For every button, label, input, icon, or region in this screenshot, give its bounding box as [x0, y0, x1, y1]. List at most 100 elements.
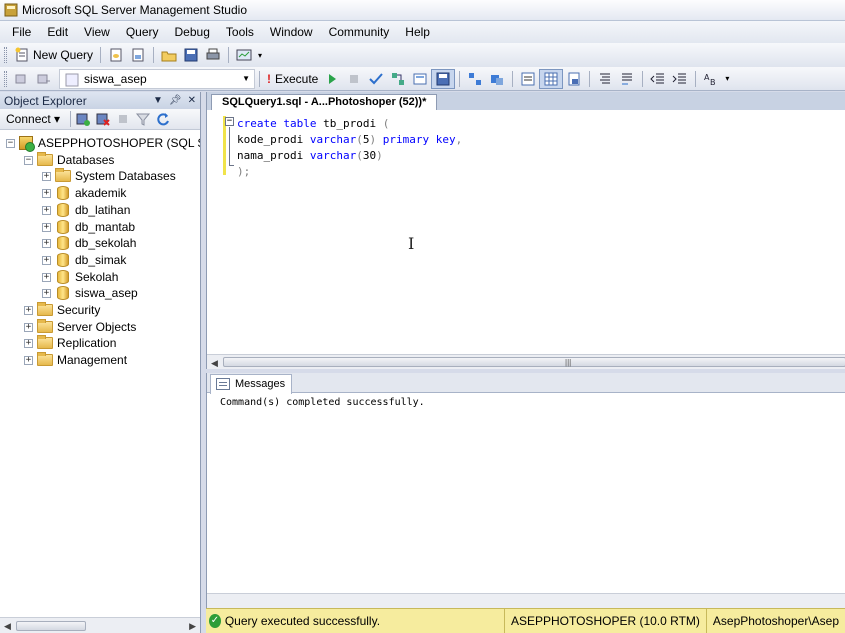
toolbar-grip[interactable] — [4, 47, 7, 63]
folder-icon — [55, 168, 71, 182]
database-engine-query-button[interactable] — [105, 45, 127, 65]
results-to-grid-toggle[interactable] — [539, 68, 564, 89]
collapse-icon[interactable]: − — [225, 117, 234, 126]
available-databases-select[interactable]: siswa_asep ▼ — [59, 68, 255, 89]
display-estimated-plan-button[interactable] — [387, 69, 409, 89]
tab-messages[interactable]: Messages — [210, 374, 293, 394]
tree-node-management[interactable]: + Management — [24, 352, 127, 368]
database-label: siswa_asep — [75, 286, 138, 300]
connect-server-icon[interactable] — [75, 111, 91, 127]
tree-node-server-objects[interactable]: + Server Objects — [24, 319, 136, 335]
expand-icon[interactable]: + — [42, 222, 51, 232]
database-label: db_mantab — [75, 220, 136, 234]
toolbar-separator — [70, 111, 72, 127]
close-icon[interactable]: ✕ — [188, 95, 196, 106]
database-icon — [57, 186, 69, 200]
expand-icon[interactable]: + — [24, 355, 33, 365]
menu-window[interactable]: Window — [262, 22, 321, 42]
scrollbar-thumb[interactable] — [223, 357, 845, 367]
menu-query[interactable]: Query — [118, 22, 167, 42]
scrollbar-thumb[interactable] — [16, 621, 86, 631]
filter-icon[interactable] — [135, 111, 151, 127]
expand-icon[interactable]: + — [24, 305, 33, 315]
menu-file[interactable]: File — [4, 22, 39, 42]
results-horizontal-scrollbar[interactable] — [207, 593, 845, 608]
query-designer-button[interactable] — [409, 69, 431, 89]
scroll-right-icon[interactable]: ▶ — [189, 621, 196, 632]
tree-node-database[interactable]: + db_sekolah — [42, 235, 136, 251]
increase-indent-button[interactable] — [669, 69, 691, 89]
menu-help[interactable]: Help — [397, 22, 438, 42]
menu-view[interactable]: View — [76, 22, 118, 42]
parse-button[interactable] — [365, 69, 387, 89]
toolbar-overflow-button[interactable]: ▾ — [722, 69, 732, 89]
toolbar-grip[interactable] — [4, 70, 7, 87]
expand-icon[interactable]: + — [42, 205, 51, 215]
client-statistics-button[interactable] — [486, 69, 508, 89]
expand-icon[interactable]: + — [42, 288, 51, 298]
comment-out-button[interactable] — [594, 69, 616, 89]
tab-sqlquery1[interactable]: SQLQuery1.sql - A...Photoshoper (52))* — [211, 94, 438, 110]
pin-icon[interactable]: 📌︎ — [169, 95, 182, 106]
specify-template-values-button[interactable]: AB — [700, 69, 722, 89]
results-to-file-button[interactable] — [563, 69, 585, 89]
code-editor[interactable]: − create table tb_prodi ( kode_prodi var… — [207, 110, 845, 354]
include-actual-plan-button[interactable] — [464, 69, 486, 89]
expand-icon[interactable]: + — [42, 255, 51, 265]
tree-node-databases[interactable]: − Databases — [24, 152, 114, 168]
activity-monitor-button[interactable] — [233, 45, 255, 65]
scroll-left-icon[interactable]: ◀ — [4, 621, 11, 632]
window-position-icon[interactable]: ▼ — [153, 95, 163, 106]
object-explorer-panel: Object Explorer ▼ 📌︎ ✕ Connect ▾ − ASEPP… — [0, 92, 201, 633]
text-cursor-icon: I — [408, 234, 415, 253]
expand-icon[interactable]: + — [42, 171, 51, 181]
analysis-query-button[interactable] — [127, 45, 149, 65]
cancel-query-button[interactable] — [343, 69, 365, 89]
stop-icon[interactable] — [115, 111, 131, 127]
tree-node-server[interactable]: − ASEPPHOTOSHOPER (SQL Serve — [6, 135, 200, 152]
code-token: tb_prodi — [316, 117, 383, 130]
collapse-icon[interactable]: − — [6, 138, 15, 148]
editor-horizontal-scrollbar[interactable]: ◀ ||| — [207, 354, 845, 369]
outdent-icon — [650, 73, 665, 83]
tree-node-security[interactable]: + Security — [24, 302, 100, 318]
connect-button[interactable] — [11, 69, 33, 89]
disconnect-icon[interactable] — [95, 111, 111, 127]
decrease-indent-button[interactable] — [647, 69, 669, 89]
change-connection-button[interactable] — [33, 69, 55, 89]
menu-community[interactable]: Community — [321, 22, 398, 42]
menu-debug[interactable]: Debug — [167, 22, 218, 42]
refresh-icon[interactable] — [155, 111, 171, 127]
expand-icon[interactable]: + — [42, 272, 51, 282]
results-to-grid-button[interactable] — [431, 68, 456, 89]
menu-edit[interactable]: Edit — [39, 22, 76, 42]
uncomment-button[interactable] — [616, 69, 638, 89]
open-folder-icon — [161, 51, 177, 62]
connect-dropdown-button[interactable]: Connect ▾ — [6, 112, 60, 126]
tree-node-database[interactable]: + db_mantab — [42, 219, 135, 235]
expand-icon[interactable]: + — [42, 188, 51, 198]
new-query-button[interactable]: New Query — [11, 45, 96, 65]
expand-icon[interactable]: + — [24, 338, 33, 348]
tree-node-database[interactable]: + siswa_asep — [42, 285, 138, 301]
tree-node-database[interactable]: + akademik — [42, 185, 126, 201]
expand-icon[interactable]: + — [24, 322, 33, 332]
save-button[interactable] — [180, 45, 202, 65]
print-button[interactable] — [202, 45, 224, 65]
results-to-text-button[interactable] — [517, 69, 539, 89]
tree-node-replication[interactable]: + Replication — [24, 335, 116, 351]
scroll-left-icon[interactable]: ◀ — [211, 358, 218, 369]
expand-icon[interactable]: + — [42, 238, 51, 248]
tree-node-database[interactable]: + db_simak — [42, 252, 126, 268]
debug-button[interactable] — [321, 69, 343, 89]
success-check-icon: ✓ — [209, 614, 221, 628]
execute-button[interactable]: ! Execute — [264, 69, 321, 89]
object-explorer-scrollbar[interactable]: ◀ ▶ — [0, 617, 200, 633]
tree-node-database[interactable]: + Sekolah — [42, 269, 118, 285]
toolbar-overflow-button[interactable]: ▾ — [255, 45, 265, 65]
open-file-button[interactable] — [158, 45, 180, 65]
tree-node-database[interactable]: + db_latihan — [42, 202, 130, 218]
collapse-icon[interactable]: − — [24, 155, 33, 165]
tree-node-system-databases[interactable]: + System Databases — [42, 168, 176, 184]
menu-tools[interactable]: Tools — [218, 22, 262, 42]
